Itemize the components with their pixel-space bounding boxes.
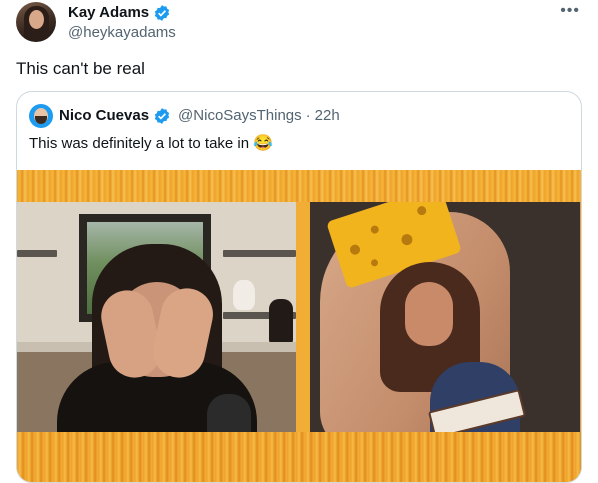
tattoo-portrait-face [405, 282, 453, 346]
quote-avatar[interactable] [29, 104, 53, 128]
quote-author-name[interactable]: Nico Cuevas [59, 106, 149, 125]
tears-of-joy-emoji-icon: 😂 [253, 135, 274, 152]
quote-text: This was definitely a lot to take in [29, 135, 250, 152]
quote-media-image[interactable] [17, 170, 581, 482]
cheese-hole [400, 232, 414, 247]
media-frame-top [17, 170, 581, 202]
main-avatar[interactable] [16, 2, 56, 42]
author-handle[interactable]: @heykayadams [68, 24, 176, 42]
quote-avatar-beard [35, 116, 47, 124]
quote-header: Nico Cuevas @NicoSaysThings · 22h [59, 106, 340, 125]
verified-badge-icon [154, 107, 170, 124]
cheese-hole [369, 224, 380, 235]
verified-badge-icon [155, 5, 170, 21]
cheese-hole [416, 204, 428, 217]
cheese-hole [370, 258, 379, 268]
shelf-left [17, 250, 57, 257]
media-left-panel [17, 202, 296, 432]
microphone-icon [207, 394, 251, 432]
author-name-row[interactable]: Kay Adams [68, 4, 171, 22]
quote-text-row: This was definitely a lot to take in 😂 [29, 134, 273, 154]
quote-author-handle[interactable]: @NicoSaysThings [178, 106, 302, 125]
author-name[interactable]: Kay Adams [68, 4, 149, 22]
more-horizontal-icon[interactable]: ••• [560, 2, 580, 20]
media-frame-bottom [17, 432, 581, 482]
tweet-text: This can't be real [16, 59, 145, 78]
media-divider [296, 202, 310, 432]
avatar-face [29, 10, 44, 29]
quoted-tweet-card[interactable]: Nico Cuevas @NicoSaysThings · 22h This w… [16, 91, 582, 483]
cheese-hole [348, 243, 362, 256]
bottle [269, 299, 293, 344]
quote-separator: · [305, 107, 311, 124]
shelf-right-top [223, 250, 296, 257]
vase [233, 280, 255, 310]
media-right-panel [310, 202, 580, 432]
quote-timestamp[interactable]: 22h [315, 106, 340, 125]
